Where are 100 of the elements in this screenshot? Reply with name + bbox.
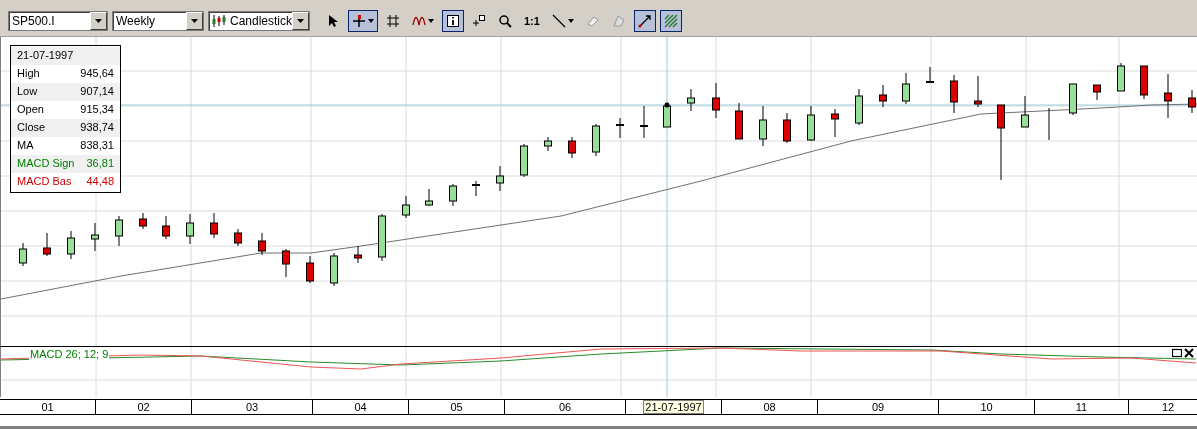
candle xyxy=(1188,89,1196,114)
candle xyxy=(1117,62,1125,92)
candle xyxy=(234,228,242,247)
eraser-icon xyxy=(585,14,600,28)
candle xyxy=(568,136,576,159)
month-label: 06 xyxy=(558,401,572,413)
dropdown-arrow-icon xyxy=(95,19,102,23)
crosshair-point xyxy=(664,102,670,108)
info-label: MA xyxy=(17,139,34,153)
month-label: 09 xyxy=(871,401,885,413)
candle xyxy=(67,230,75,260)
caret-icon xyxy=(428,19,434,23)
candle xyxy=(592,123,600,157)
add-note-icon xyxy=(472,14,486,28)
info-label: High xyxy=(17,67,40,81)
info-value: 44,48 xyxy=(86,175,114,189)
candle xyxy=(425,188,433,207)
candle xyxy=(807,105,815,142)
candle xyxy=(783,112,791,144)
candle xyxy=(186,213,194,245)
info-label: MACD Sign xyxy=(17,157,75,171)
info-value: 938,74 xyxy=(80,121,114,135)
candle xyxy=(735,102,743,140)
candle xyxy=(354,245,362,264)
candle xyxy=(1021,95,1029,128)
candle xyxy=(902,72,910,105)
info-value: 915,34 xyxy=(80,103,114,117)
candle xyxy=(687,88,695,112)
candle xyxy=(544,136,552,152)
candle xyxy=(496,165,504,192)
line-icon xyxy=(551,14,566,28)
candle xyxy=(639,105,649,139)
maximize-icon[interactable] xyxy=(1172,348,1182,358)
crosshair-tool-button[interactable] xyxy=(348,10,378,32)
candle xyxy=(139,212,147,230)
hatch-tool-button[interactable] xyxy=(659,10,682,32)
grid-icon xyxy=(386,14,400,28)
candle xyxy=(759,105,767,147)
dropdown-arrow-icon xyxy=(191,19,198,23)
cursor-date-label: 21-07-1997 xyxy=(643,400,704,414)
arrow-line-icon xyxy=(637,14,652,28)
info-label: MACD Bas xyxy=(17,175,72,189)
candle xyxy=(950,74,958,114)
info-value: 838,31 xyxy=(80,139,114,153)
candle xyxy=(210,212,218,239)
info-value: 907,14 xyxy=(80,85,114,99)
caret-icon xyxy=(567,19,574,23)
close-icon[interactable] xyxy=(1184,348,1194,358)
candle xyxy=(258,232,266,256)
month-label: 12 xyxy=(1161,401,1175,413)
month-label: 11 xyxy=(1075,401,1088,413)
candle xyxy=(1093,84,1101,101)
info-icon xyxy=(446,14,460,28)
candle xyxy=(520,143,528,178)
candle xyxy=(663,104,671,128)
candle xyxy=(449,183,457,207)
info-value: 945,64 xyxy=(80,67,114,81)
caret-icon xyxy=(368,19,374,23)
candle xyxy=(974,75,982,108)
candle xyxy=(162,215,170,240)
info-date: 21-07-1997 xyxy=(17,49,74,63)
candle xyxy=(306,255,314,284)
period-select[interactable]: Weekly xyxy=(112,11,204,31)
candle xyxy=(330,252,338,287)
candle xyxy=(43,232,51,257)
month-label: 02 xyxy=(137,401,150,413)
dropdown-arrow-icon xyxy=(297,19,304,23)
candle xyxy=(1140,65,1148,100)
actual-size-button[interactable]: 1:1 xyxy=(520,10,544,32)
trend-tool-button[interactable] xyxy=(633,10,656,32)
zoom-icon xyxy=(498,14,512,28)
candle xyxy=(19,242,27,267)
info-label: Close xyxy=(17,121,46,135)
month-label: 01 xyxy=(41,401,54,413)
month-label: 03 xyxy=(245,401,259,413)
candle xyxy=(615,117,625,139)
info-tool-button[interactable] xyxy=(442,10,464,32)
candle xyxy=(402,195,410,219)
wave-icon xyxy=(412,14,426,28)
info-label: Low xyxy=(17,85,38,99)
month-label: 04 xyxy=(354,401,367,413)
crosshair-icon xyxy=(352,14,366,28)
candle xyxy=(925,66,935,84)
macd-label: MACD 26; 12; 9 xyxy=(29,348,110,360)
candle xyxy=(1069,83,1077,116)
pattern-icon xyxy=(663,14,678,28)
candle xyxy=(831,108,839,138)
chart-type-select[interactable]: Candlestick xyxy=(208,11,310,31)
candle xyxy=(91,222,99,252)
symbol-select[interactable]: SP500.I xyxy=(8,11,108,31)
pointer-icon xyxy=(326,14,340,28)
candle xyxy=(1164,73,1172,119)
month-label: 10 xyxy=(980,401,993,413)
candle xyxy=(855,88,863,126)
info-label: Open xyxy=(17,103,44,117)
candle xyxy=(712,82,720,119)
shape-icon xyxy=(611,14,626,28)
candle xyxy=(471,180,481,197)
candlestick-icon xyxy=(212,15,226,27)
candle xyxy=(378,213,386,262)
